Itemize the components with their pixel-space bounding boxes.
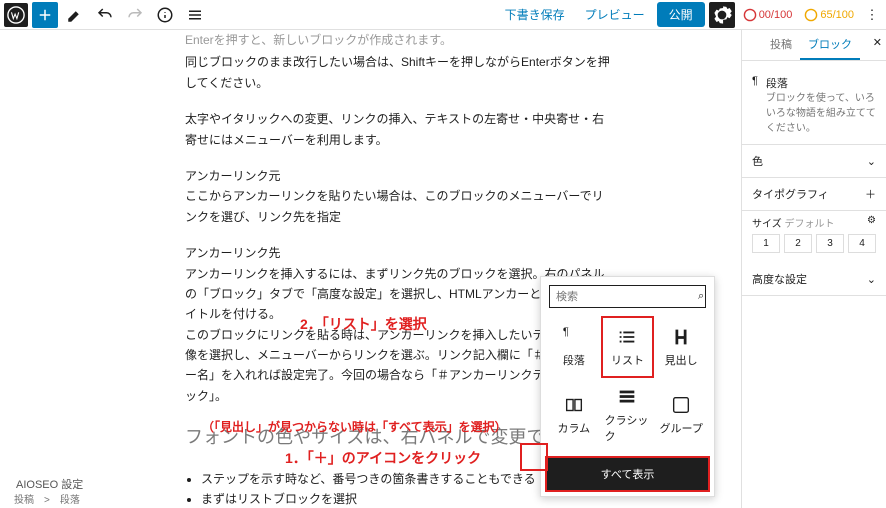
browse-all-button[interactable]: すべて表示	[545, 456, 710, 492]
block-option-group[interactable]: グループ	[654, 378, 708, 452]
close-sidebar-icon[interactable]: ✕	[873, 36, 882, 49]
redo-icon[interactable]	[122, 2, 148, 28]
settings-gear-icon[interactable]	[709, 2, 735, 28]
seo-score-2[interactable]: 65/100	[800, 8, 858, 22]
typography-panel[interactable]: タイポグラフィ＋	[742, 178, 886, 211]
annotation-1: 1．「＋」のアイコンをクリック	[285, 448, 481, 468]
search-icon: ⌕	[698, 290, 704, 303]
block-option-paragraph[interactable]: ¶段落	[547, 316, 601, 378]
block-option-columns[interactable]: カラム	[547, 378, 601, 452]
paragraph-text: 太字やイタリックへの変更、リンクの挿入、テキストの左寄せ・中央寄せ・右寄せにはメ…	[185, 109, 681, 150]
block-option-heading[interactable]: 見出し	[654, 316, 708, 378]
info-icon[interactable]	[152, 2, 178, 28]
paragraph-text: 同じブロックのまま改行したい場合は、Shiftキーを押しながらEnterボタンを…	[185, 52, 681, 93]
color-panel[interactable]: 色⌄	[742, 145, 886, 178]
annotation-3: （「見出し」が見つからない時は「すべて表示」を選択）	[202, 418, 507, 435]
settings-sidebar: 投稿 ブロック ✕ ¶ 段落 ブロックを使って、いろいろな物語を組み立ててくださ…	[741, 30, 886, 508]
plus-icon: ＋	[865, 186, 876, 202]
size-option[interactable]: 1	[752, 234, 780, 253]
preview-link[interactable]: プレビュー	[577, 6, 653, 23]
size-option[interactable]: 2	[784, 234, 812, 253]
block-inserter-popover: ⌕ ¶段落 リスト 見出し カラム クラシック グループ すべて表示	[540, 276, 715, 497]
toolbar-add-button[interactable]	[32, 2, 58, 28]
tab-block[interactable]: ブロック	[800, 30, 860, 60]
save-draft-link[interactable]: 下書き保存	[497, 6, 573, 23]
settings-icon[interactable]: ⚙	[867, 215, 876, 230]
undo-icon[interactable]	[92, 2, 118, 28]
edit-icon[interactable]	[62, 2, 88, 28]
paragraph-text: Enterを押すと、新しいブロックが作成されます。	[185, 30, 681, 50]
paragraph-icon: ¶	[752, 75, 758, 87]
tab-post[interactable]: 投稿	[762, 30, 800, 60]
wordpress-logo[interactable]	[4, 3, 28, 27]
aioseo-settings[interactable]: AIOSEO 設定	[16, 476, 83, 492]
block-search-input[interactable]: ⌕	[549, 285, 706, 308]
publish-button[interactable]: 公開	[657, 2, 705, 27]
seo-score-1[interactable]: 00/100	[739, 8, 797, 22]
paragraph-text: アンカーリンク元ここからアンカーリンクを貼りたい場合は、このブロックのメニューバ…	[185, 166, 681, 227]
list-view-icon[interactable]	[182, 2, 208, 28]
chevron-down-icon: ⌄	[867, 155, 876, 168]
annotation-2: 2．「リスト」を選択	[300, 314, 427, 334]
more-menu-icon[interactable]: ⋮	[862, 2, 882, 28]
size-option[interactable]: 3	[816, 234, 844, 253]
block-option-classic[interactable]: クラシック	[601, 378, 655, 452]
size-label: サイズ デフォルト	[752, 215, 834, 230]
block-option-list[interactable]: リスト	[601, 316, 655, 378]
chevron-down-icon: ⌄	[867, 273, 876, 286]
block-breadcrumb[interactable]: 投稿 > 段落	[14, 491, 80, 506]
advanced-panel[interactable]: 高度な設定⌄	[742, 263, 886, 296]
size-option[interactable]: 4	[848, 234, 876, 253]
block-type-title: 段落	[766, 75, 876, 91]
block-type-desc: ブロックを使って、いろいろな物語を組み立ててください。	[766, 91, 876, 136]
